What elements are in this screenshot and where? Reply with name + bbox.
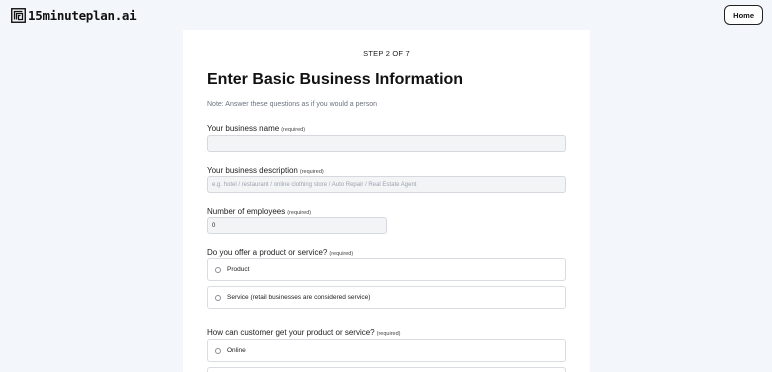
logo[interactable]: 15minuteplan.ai (11, 7, 137, 23)
offer-label-text: Do you offer a product or service? (207, 248, 328, 257)
employees-input[interactable]: 0 (207, 217, 387, 234)
offer-option-label: Product (227, 266, 250, 273)
required-marker: (required) (281, 127, 306, 133)
form-card: STEP 2 OF 7 Enter Basic Business Informa… (183, 30, 590, 372)
form-note: Note: Answer these questions as if you w… (207, 101, 378, 108)
employees-label: Number of employees (required) (207, 207, 311, 216)
required-marker: (required) (329, 251, 354, 257)
logo-text: 15minuteplan.ai (28, 7, 137, 23)
business-name-input[interactable] (207, 135, 566, 152)
business-description-label: Your business description (required) (207, 166, 324, 175)
business-description-label-text: Your business description (207, 166, 298, 175)
channel-option-2[interactable] (207, 367, 566, 372)
offer-option-label: Service (retail businesses are considere… (227, 294, 371, 301)
radio-button[interactable] (215, 347, 221, 354)
step-indicator: STEP 2 OF 7 (363, 49, 410, 58)
business-name-label: Your business name (required) (207, 124, 305, 133)
channel-option-label: Online (227, 347, 246, 354)
channel-label-text: How can customer get your product or ser… (207, 328, 375, 337)
business-description-input[interactable]: e.g. hotel / restaurant / online clothin… (207, 176, 566, 193)
business-description-placeholder: e.g. hotel / restaurant / online clothin… (212, 181, 417, 188)
logo-icon (11, 7, 26, 23)
radio-button[interactable] (215, 266, 221, 273)
offer-option-service[interactable]: Service (retail businesses are considere… (207, 286, 566, 309)
page-title: Enter Basic Business Information (207, 71, 464, 88)
employees-label-text: Number of employees (207, 207, 286, 216)
employees-value: 0 (212, 222, 216, 229)
required-marker: (required) (287, 210, 312, 216)
business-name-label-text: Your business name (207, 124, 280, 133)
offer-label: Do you offer a product or service? (requi… (207, 248, 353, 257)
required-marker: (required) (376, 331, 401, 337)
radio-button[interactable] (215, 294, 221, 301)
channel-label: How can customer get your product or ser… (207, 328, 400, 337)
channel-option-online[interactable]: Online (207, 339, 566, 362)
offer-option-product[interactable]: Product (207, 258, 566, 281)
required-marker: (required) (299, 169, 324, 175)
top-bar: 15minuteplan.ai Home (0, 0, 772, 30)
home-button[interactable]: Home (724, 5, 763, 25)
